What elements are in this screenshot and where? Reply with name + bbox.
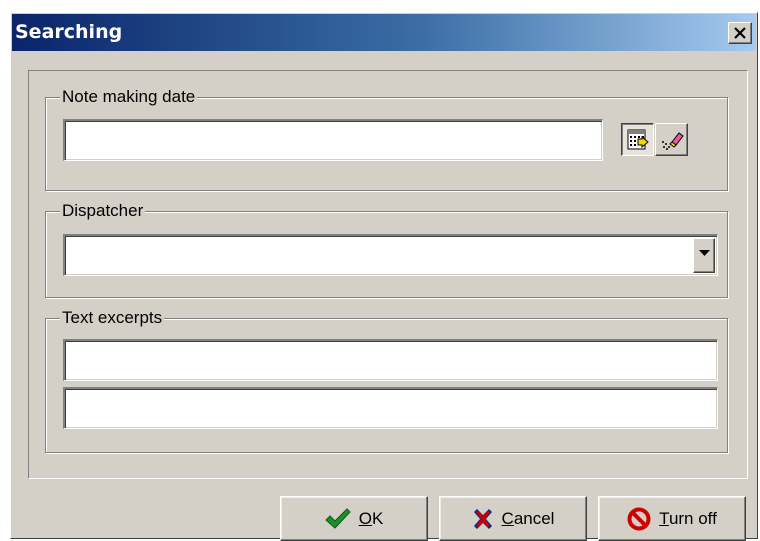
chevron-down-icon [699,250,710,256]
dispatcher-label: Dispatcher [60,201,146,221]
search-dialog: Searching Note making date Dispatcher Te… [10,12,758,541]
window-title: Searching [15,21,123,43]
checkmark-icon [324,507,351,529]
note-date-field[interactable] [63,119,603,161]
ok-label: OK [358,508,384,528]
client-area: Note making date Dispatcher Text excerpt… [28,70,748,479]
cancel-button[interactable]: Cancel [439,496,587,541]
text-excerpt-field-2[interactable] [63,387,718,429]
calendar-icon [627,129,649,150]
text-excerpts-label: Text excerpts [60,308,165,328]
clear-date-button[interactable] [655,123,688,156]
dispatcher-dropdown-button[interactable] [693,238,715,273]
title-bar[interactable]: Searching [12,14,756,51]
cross-icon [473,508,492,529]
eraser-icon [662,132,684,150]
note-date-label: Note making date [60,87,198,107]
close-icon [734,27,746,39]
turn-off-button[interactable]: Turn off [598,496,746,541]
turn-off-label: Turn off [659,508,717,528]
no-entry-icon [627,507,651,530]
note-date-group: Note making date [45,87,728,191]
close-button[interactable] [728,22,752,44]
dispatcher-combobox[interactable] [63,234,718,276]
cancel-label: Cancel [501,508,555,528]
text-excerpt-field-1[interactable] [63,339,718,381]
calendar-button[interactable] [621,123,654,156]
text-excerpts-group: Text excerpts [45,308,728,453]
ok-button[interactable]: OK [280,496,428,541]
dispatcher-group: Dispatcher [45,201,728,298]
